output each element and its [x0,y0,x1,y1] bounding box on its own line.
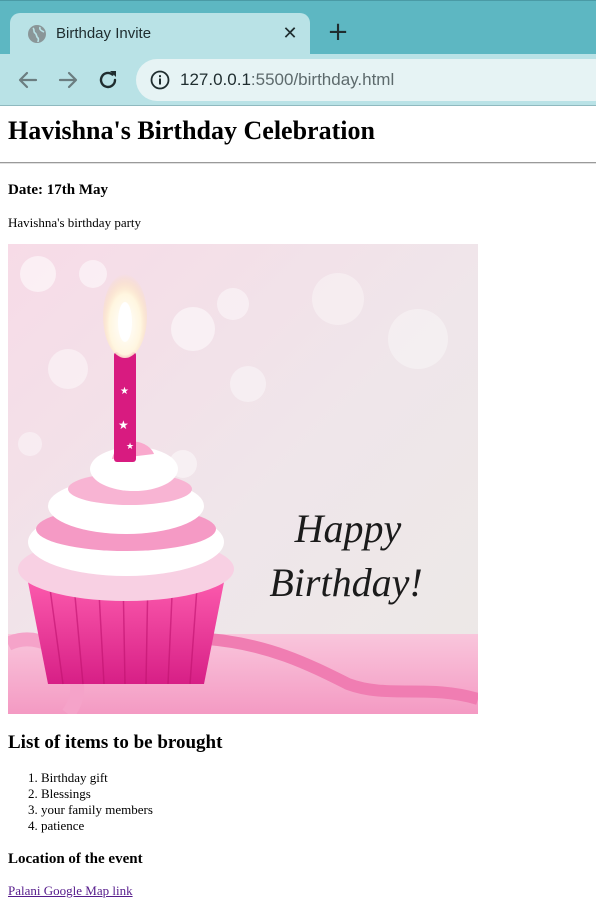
list-item: Blessings [41,786,153,802]
tab-birthday-invite[interactable]: Birthday Invite ✕ [10,13,310,55]
globe-icon [28,25,46,43]
url-text[interactable]: 127.0.0.1:5500/birthday.html [180,70,394,90]
tab-title: Birthday Invite [56,25,152,42]
svg-text:★: ★ [126,442,134,452]
address-bar[interactable]: 127.0.0.1:5500/birthday.html [136,59,596,101]
close-icon[interactable]: ✕ [280,24,300,44]
items-heading: List of items to be brought [8,732,223,753]
info-icon[interactable] [150,70,170,90]
divider [0,162,596,164]
list-item: patience [41,818,153,834]
items-list: Birthday gift Blessings your family memb… [8,770,153,834]
browser-toolbar: 127.0.0.1:5500/birthday.html [0,54,596,106]
back-arrow-icon[interactable] [16,68,40,92]
map-link[interactable]: Palani Google Map link [8,883,133,899]
list-item: Birthday gift [41,770,153,786]
tab-strip: Birthday Invite ✕ + [0,0,596,55]
url-host: 127.0.0.1 [180,70,251,89]
svg-text:★: ★ [118,418,129,432]
forward-arrow-icon[interactable] [56,68,80,92]
event-date: Date: 17th May [8,182,108,198]
page-content: Havishna's Birthday Celebration Date: 17… [0,106,596,898]
location-heading: Location of the event [8,851,143,867]
reload-icon[interactable] [96,68,120,92]
browser-chrome: Birthday Invite ✕ + 127.0.0.1:5500/birth… [0,0,596,106]
event-description: Havishna's birthday party [8,215,142,230]
image-caption-line2: Birthday! [269,560,422,605]
birthday-cupcake-image: ★ ★ ★ Happy Birthday! [8,244,478,714]
image-caption-line1: Happy [294,506,402,551]
list-item: your family members [41,802,153,818]
url-path: :5500/birthday.html [250,70,395,89]
plus-icon[interactable]: + [324,19,352,47]
svg-text:★: ★ [120,386,129,397]
page-title: Havishna's Birthday Celebration [8,116,375,145]
